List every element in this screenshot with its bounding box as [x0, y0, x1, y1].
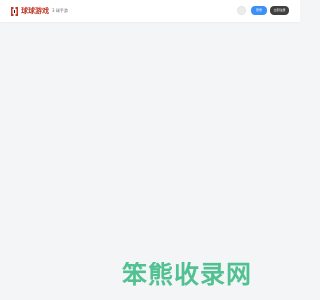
- watermark-text: 笨熊收录网: [122, 262, 253, 288]
- login-button[interactable]: 登录: [251, 6, 267, 15]
- register-button[interactable]: 立即注册: [270, 6, 289, 15]
- logo-text: 球球游戏: [21, 7, 49, 15]
- avatar-icon[interactable]: [237, 6, 246, 15]
- site-logo[interactable]: 球球游戏: [10, 6, 49, 17]
- nav-link-games[interactable]: 3 球手游: [52, 6, 68, 16]
- logo-mark-icon: [11, 7, 18, 16]
- top-header: 球球游戏 3 球手游 登录 立即注册: [0, 0, 300, 22]
